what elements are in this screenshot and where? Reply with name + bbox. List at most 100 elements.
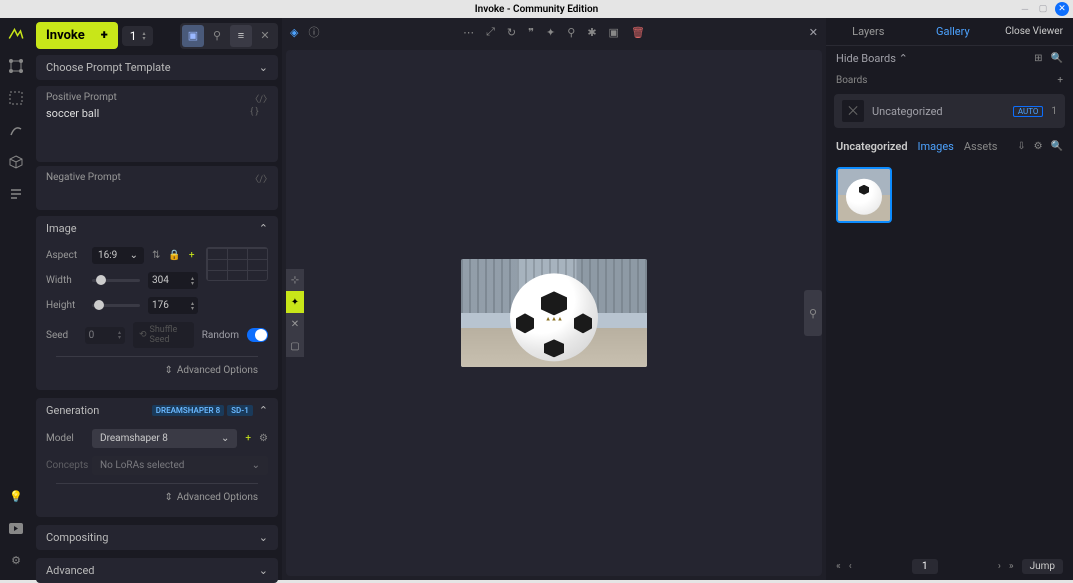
width-slider[interactable] [92, 279, 140, 282]
lock-icon[interactable]: 🔒 [168, 250, 180, 261]
jump-button[interactable]: Jump [1022, 559, 1063, 574]
shuffle-seed-button[interactable]: ⟲Shuffle Seed [133, 322, 194, 348]
sparkle-icon[interactable]: ✱ [587, 26, 596, 39]
pen-icon[interactable] [6, 120, 26, 140]
list-mode-icon[interactable]: ≡ [230, 25, 252, 47]
base-badge: SD-1 [227, 405, 253, 416]
code-icon[interactable]: 〈/〉 [250, 92, 272, 105]
close-options-icon[interactable]: ✕ [254, 25, 276, 47]
image-section-header[interactable]: Image ⌃ [36, 216, 278, 241]
cube-icon[interactable] [6, 152, 26, 172]
window-title: Invoke - Community Edition [475, 4, 598, 15]
auto-badge: AUTO [1013, 106, 1044, 117]
gallery-title: Uncategorized [836, 140, 908, 153]
page-input[interactable]: 1 [912, 559, 938, 574]
info-icon[interactable]: ⓘ [308, 24, 319, 40]
inspect-icon[interactable]: ◈ [290, 26, 298, 39]
youtube-icon[interactable] [6, 518, 26, 538]
board-thumb-icon: ⨉ [842, 100, 864, 122]
gallery-search-icon[interactable]: 🔍 [1051, 141, 1063, 152]
page-last-icon[interactable]: » [1009, 561, 1014, 572]
quote-icon[interactable]: ❞ [528, 26, 534, 39]
model-badge: DREAMSHAPER 8 [152, 405, 224, 416]
chevron-up-icon: ⌃ [259, 404, 268, 417]
left-panel: Invoke + 1 ▴▾ ▣ ⚲ ≡ ✕ Choose Prompt Temp… [32, 18, 282, 580]
generated-image[interactable]: ▲▲▲ [461, 259, 647, 367]
invoke-logo-icon[interactable] [6, 24, 26, 44]
settings-icon[interactable]: ⚙ [6, 550, 26, 570]
generation-advanced-toggle[interactable]: ⇕Advanced Options [46, 488, 268, 507]
width-input[interactable]: 304▴▾ [148, 272, 198, 289]
nodes-icon[interactable] [6, 56, 26, 76]
canvas-tool-4[interactable]: ▢ [286, 335, 304, 357]
seed-input[interactable]: 0▴▾ [85, 327, 125, 344]
page-prev-icon[interactable]: ‹ [849, 561, 852, 572]
concepts-select[interactable]: No LoRAs selected⌄ [92, 456, 268, 475]
maximize-button[interactable]: ▢ [1037, 3, 1049, 15]
left-rail: 💡 ⚙ [0, 18, 32, 580]
compositing-section-header[interactable]: Compositing⌄ [36, 525, 278, 550]
aspect-select[interactable]: 16:9⌄ [92, 247, 144, 264]
code-icon[interactable]: 〈/〉 [250, 172, 272, 185]
positive-prompt-text: soccer ball [46, 107, 268, 120]
count-down[interactable]: ▾ [142, 36, 145, 41]
aspect-preview [206, 247, 268, 281]
canvas[interactable]: ⊹ ✦ ✕ ▢ ▲▲▲ ⚲ [286, 50, 822, 576]
close-viewer-button[interactable]: Close Viewer [995, 18, 1073, 45]
chevron-down-icon: ⌄ [259, 61, 268, 74]
invoke-button[interactable]: Invoke + [36, 22, 118, 49]
board-item[interactable]: ⨉ Uncategorized AUTO 1 [834, 94, 1065, 128]
generation-count[interactable]: 1 ▴▾ [122, 26, 154, 46]
model-settings-icon[interactable]: ⚙ [259, 433, 268, 444]
height-slider[interactable] [92, 304, 140, 307]
add-model-icon[interactable]: + [245, 433, 251, 444]
canvas-right-handle[interactable]: ⚲ [804, 290, 822, 336]
random-label: Random [202, 330, 239, 341]
boards-search-icon[interactable]: 🔍 [1051, 53, 1063, 64]
tab-layers[interactable]: Layers [826, 18, 911, 45]
titlebar: Invoke - Community Edition ─ ▢ ✕ [0, 0, 1073, 18]
random-toggle[interactable] [247, 328, 268, 342]
tab-assets[interactable]: Assets [964, 140, 998, 153]
braces-icon[interactable]: { } [250, 107, 272, 117]
page-first-icon[interactable]: « [836, 561, 841, 572]
height-input[interactable]: 176▴▾ [148, 297, 198, 314]
refresh-icon[interactable]: ↻ [507, 26, 516, 39]
positive-prompt-input[interactable]: Positive Prompt soccer ball 〈/〉{ } [36, 86, 278, 162]
lightbulb-icon[interactable]: 💡 [6, 486, 26, 506]
image-advanced-toggle[interactable]: ⇕Advanced Options [46, 361, 268, 380]
prompt-template-select[interactable]: Choose Prompt Template ⌄ [36, 55, 278, 80]
link-mode-icon[interactable]: ⚲ [206, 25, 228, 47]
image-mode-icon[interactable]: ▣ [182, 25, 204, 47]
negative-prompt-input[interactable]: Negative Prompt 〈/〉 [36, 166, 278, 210]
gallery-settings-icon[interactable]: ⚙ [1034, 141, 1043, 152]
gallery-thumbnail[interactable] [836, 167, 892, 223]
swap-icon[interactable]: ⇅ [152, 250, 160, 261]
close-canvas-icon[interactable]: ✕ [809, 26, 818, 39]
queue-icon[interactable] [6, 184, 26, 204]
canvas-tool-generate[interactable]: ✦ [286, 291, 304, 313]
plus-icon: + [101, 28, 108, 43]
link2-icon[interactable]: ⚲ [567, 26, 575, 39]
add-board-icon[interactable]: + [1057, 75, 1063, 86]
expand-icon[interactable]: ⤢ [486, 25, 495, 39]
add-aspect-icon[interactable]: + [189, 250, 195, 261]
seed-icon[interactable]: ✦ [546, 26, 555, 39]
canvas-tool-1[interactable]: ⊹ [286, 269, 304, 291]
trash-icon[interactable]: 🗑 [631, 26, 645, 39]
download-icon[interactable]: ⇩ [1017, 141, 1025, 152]
tab-gallery[interactable]: Gallery [911, 18, 996, 45]
hide-boards-toggle[interactable]: Hide Boards ⌃ [836, 52, 908, 65]
more-icon[interactable]: ⋯ [463, 26, 474, 39]
page-next-icon[interactable]: › [998, 561, 1001, 572]
minimize-button[interactable]: ─ [1019, 3, 1031, 15]
canvas-tool-close[interactable]: ✕ [286, 313, 304, 335]
tab-images[interactable]: Images [918, 140, 954, 153]
advanced-section-header[interactable]: Advanced⌄ [36, 558, 278, 583]
close-button[interactable]: ✕ [1055, 2, 1069, 16]
model-select[interactable]: Dreamshaper 8⌄ [92, 429, 237, 448]
generation-section-header[interactable]: Generation DREAMSHAPER 8 SD-1 ⌃ [36, 398, 278, 423]
boards-settings-icon[interactable]: ⊞ [1034, 53, 1042, 64]
crop-icon[interactable]: ▣ [609, 26, 619, 39]
frame-icon[interactable] [6, 88, 26, 108]
